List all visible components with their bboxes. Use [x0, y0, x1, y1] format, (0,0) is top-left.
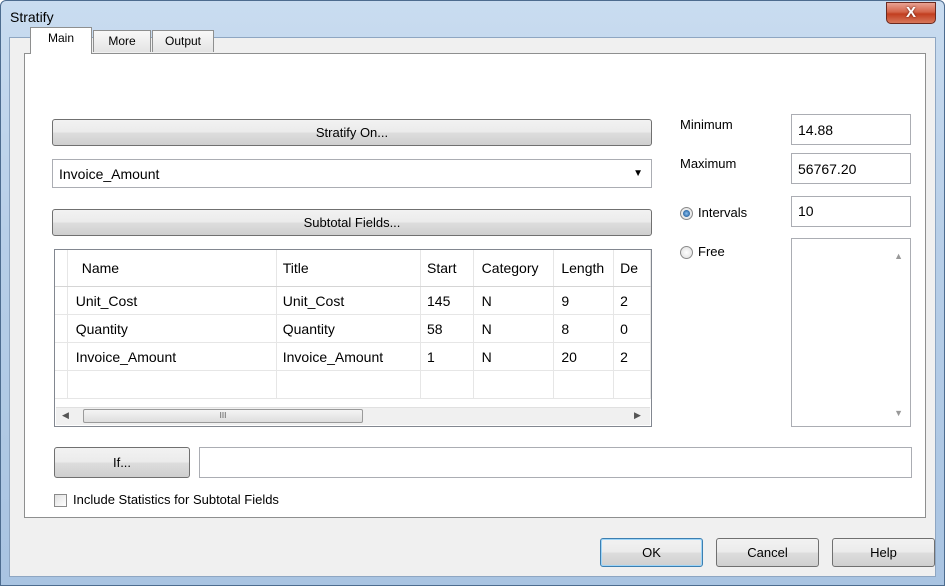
row-indicator	[55, 342, 68, 371]
close-button[interactable]: X	[886, 2, 936, 24]
subtotal-fields-table[interactable]: Name Title Start Category Length De Unit…	[54, 249, 652, 427]
column-header-decimals[interactable]: De	[613, 250, 651, 287]
intervals-radio[interactable]	[680, 207, 693, 220]
dropdown-arrow-icon: ▼	[633, 168, 643, 179]
cell-category: N	[473, 286, 555, 315]
cell-category: N	[473, 342, 555, 371]
cell-title: Unit_Cost	[276, 286, 422, 315]
tab-main-label: Main	[47, 31, 74, 45]
stratify-on-label: Stratify On...	[315, 125, 389, 140]
row-indicator	[55, 286, 68, 315]
maximum-input[interactable]: 56767.20	[791, 153, 911, 184]
table-row[interactable]: Unit_Cost Unit_Cost 145 N 9 2	[55, 286, 651, 315]
help-label: Help	[870, 545, 897, 560]
tab-main[interactable]: Main	[30, 27, 92, 54]
subtotal-fields-button[interactable]: Subtotal Fields...	[52, 209, 652, 236]
column-header-length[interactable]: Length	[553, 250, 615, 287]
if-expression-input[interactable]	[199, 447, 912, 478]
horizontal-scrollbar[interactable]: ◀ III ▶	[56, 407, 650, 425]
if-button-label: If...	[112, 455, 132, 470]
scroll-down-icon[interactable]: ▼	[894, 408, 903, 418]
tab-more[interactable]: More	[93, 30, 151, 52]
fields-table: Name Title Start Category Length De Unit…	[55, 250, 651, 399]
row-indicator	[55, 314, 68, 343]
table-row-empty	[55, 370, 651, 399]
intervals-input[interactable]: 10	[791, 196, 911, 227]
ok-button[interactable]: OK	[600, 538, 703, 567]
column-header-title[interactable]: Title	[276, 250, 422, 287]
cell-category: N	[473, 314, 555, 343]
window-title: Stratify	[10, 9, 54, 25]
subtotal-fields-label: Subtotal Fields...	[303, 215, 401, 230]
free-intervals-textarea[interactable]: ▲ ▼	[791, 238, 911, 427]
cell-decimals: 2	[613, 342, 651, 371]
scroll-left-icon[interactable]: ◀	[62, 410, 69, 421]
column-header-category[interactable]: Category	[473, 250, 555, 287]
scrollbar-thumb[interactable]: III	[83, 409, 363, 423]
column-header-start[interactable]: Start	[420, 250, 474, 287]
ok-label: OK	[642, 545, 661, 560]
table-row[interactable]: Invoice_Amount Invoice_Amount 1 N 20 2	[55, 342, 651, 371]
column-header-name[interactable]: Name	[67, 250, 277, 287]
include-statistics-label: Include Statistics for Subtotal Fields	[73, 492, 279, 507]
maximum-label: Maximum	[680, 156, 737, 171]
tab-output[interactable]: Output	[152, 30, 214, 52]
cell-title: Quantity	[276, 314, 422, 343]
include-statistics-checkbox[interactable]	[54, 494, 67, 507]
minimum-label: Minimum	[680, 117, 733, 132]
table-header-row: Name Title Start Category Length De	[55, 250, 651, 287]
close-icon: X	[905, 4, 916, 21]
stratify-field-select[interactable]: Invoice_Amount ▼	[52, 159, 652, 188]
cell-name: Unit_Cost	[67, 286, 277, 315]
minimum-value: 14.88	[798, 122, 834, 138]
cell-length: 9	[553, 286, 615, 315]
cell-title: Invoice_Amount	[276, 342, 422, 371]
minimum-input[interactable]: 14.88	[791, 114, 911, 145]
cell-name: Invoice_Amount	[67, 342, 277, 371]
scroll-up-icon[interactable]: ▲	[894, 251, 903, 261]
cell-name: Quantity	[67, 314, 277, 343]
cancel-button[interactable]: Cancel	[716, 538, 819, 567]
help-button[interactable]: Help	[832, 538, 935, 567]
free-radio[interactable]	[680, 246, 693, 259]
intervals-value: 10	[798, 203, 814, 219]
tab-more-label: More	[108, 34, 136, 48]
stratify-field-value: Invoice_Amount	[59, 166, 160, 182]
tab-output-label: Output	[164, 34, 202, 48]
cell-start: 1	[420, 342, 474, 371]
scrollbar-grip: III	[219, 411, 227, 420]
cell-start: 58	[420, 314, 474, 343]
free-label: Free	[698, 244, 725, 259]
cell-length: 8	[553, 314, 615, 343]
cell-start: 145	[420, 286, 474, 315]
if-button[interactable]: If...	[54, 447, 190, 478]
row-indicator-header	[55, 250, 68, 287]
stratify-on-button[interactable]: Stratify On...	[52, 119, 652, 146]
table-row[interactable]: Quantity Quantity 58 N 8 0	[55, 314, 651, 343]
scroll-right-icon[interactable]: ▶	[634, 410, 641, 421]
maximum-value: 56767.20	[798, 161, 857, 177]
cell-length: 20	[553, 342, 615, 371]
cancel-label: Cancel	[747, 545, 788, 560]
cell-decimals: 0	[613, 314, 651, 343]
cell-decimals: 2	[613, 286, 651, 315]
intervals-label: Intervals	[698, 205, 748, 220]
